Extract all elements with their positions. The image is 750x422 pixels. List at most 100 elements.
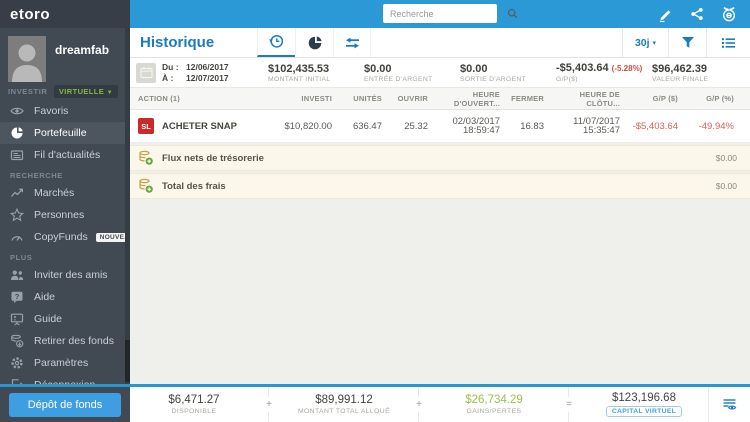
sidebar-item-personnes[interactable]: Personnes bbox=[0, 204, 125, 226]
sidebar-item-deconnexion[interactable]: Déconnexion bbox=[0, 374, 125, 384]
tab-history[interactable] bbox=[257, 28, 295, 57]
sidebar-item-favoris[interactable]: Favoris bbox=[0, 100, 125, 122]
stat-money-in: $0.00 ENTRÉE D'ARGENT bbox=[364, 62, 433, 83]
filter-icon[interactable] bbox=[668, 28, 706, 57]
share-icon[interactable] bbox=[690, 7, 704, 21]
tab-portfolio-pie[interactable] bbox=[295, 28, 333, 57]
people-icon bbox=[10, 268, 24, 282]
eye-icon bbox=[10, 104, 24, 118]
col-open-time: HEURE D'OUVERT... bbox=[453, 89, 500, 108]
sidebar-item-label: Fil d'actualités bbox=[34, 149, 101, 161]
cashflow-row[interactable]: Flux nets de trésorerie $0.00 bbox=[130, 145, 750, 171]
sidebar-item-aide[interactable]: ? Aide bbox=[0, 286, 125, 308]
action-label: ACHETER SNAP bbox=[162, 120, 237, 132]
sidebar-item-label: Personnes bbox=[34, 209, 85, 221]
stat-total: $123,196.68 CAPITAL VIRTUEL bbox=[580, 392, 708, 417]
sidebar-item-label: Guide bbox=[34, 313, 63, 325]
coins-icon bbox=[138, 150, 154, 166]
sidebar-item-inviter[interactable]: Inviter des amis bbox=[0, 264, 125, 286]
gp-percent: (-5.28%) bbox=[611, 64, 643, 73]
fees-row[interactable]: Total des frais $0.00 bbox=[130, 173, 750, 199]
table-row[interactable]: SL ACHETER SNAP $10,820.00 636.47 25.32 … bbox=[130, 110, 750, 143]
stop-loss-badge: SL bbox=[138, 118, 154, 134]
col-investi: INVESTI bbox=[301, 94, 332, 103]
pencil-icon[interactable] bbox=[658, 7, 673, 22]
topbar: etoro bbox=[0, 0, 750, 28]
sidebar-item-label: Marchés bbox=[34, 187, 75, 199]
cell-ouvrir: 25.32 bbox=[404, 120, 428, 132]
section-plus: PLUS bbox=[10, 253, 33, 262]
cashflow-label: Flux nets de trésorerie bbox=[162, 152, 264, 164]
footer-stats: $6,471.27 DISPONIBLE + $89,991.12 MONTAN… bbox=[130, 387, 750, 422]
capital-virtuel-badge: CAPITAL VIRTUEL bbox=[605, 406, 683, 417]
col-gp-usd: G/P ($) bbox=[652, 94, 678, 103]
table-header: ACTION (1) INVESTI UNITÉS OUVRIR HEURE D… bbox=[130, 88, 750, 110]
sidebar-item-retirer[interactable]: Retirer des fonds bbox=[0, 330, 125, 352]
pie-icon bbox=[10, 126, 24, 140]
to-date: 12/07/2017 bbox=[186, 72, 229, 83]
magnifier-icon[interactable] bbox=[507, 8, 518, 19]
fees-label: Total des frais bbox=[162, 180, 226, 192]
svg-text:?: ? bbox=[15, 292, 20, 301]
sidebar-item-fil-actualites[interactable]: Fil d'actualités bbox=[0, 144, 125, 166]
period-dropdown[interactable]: 30j ▾ bbox=[622, 28, 668, 57]
sidebar-item-label: Favoris bbox=[34, 105, 69, 117]
mode-row: INVESTIR VIRTUELLE ▼ bbox=[8, 85, 118, 98]
from-label: Du : bbox=[162, 61, 179, 72]
calendar-icon[interactable] bbox=[136, 62, 156, 83]
header-controls: 30j ▾ bbox=[622, 28, 750, 57]
tab-transactions[interactable] bbox=[333, 28, 371, 57]
etoro-logo-text: etoro bbox=[10, 5, 50, 23]
sidebar-item-label: Paramètres bbox=[34, 357, 89, 369]
board-icon bbox=[10, 312, 24, 326]
cell-fermer: 16.83 bbox=[520, 120, 544, 132]
search-box bbox=[383, 4, 518, 23]
history-clock-icon bbox=[268, 33, 285, 50]
col-ouvrir: OUVRIR bbox=[397, 94, 428, 103]
user-name: dreamfab bbox=[55, 43, 110, 57]
search-input[interactable] bbox=[383, 8, 507, 19]
operator-equals: = bbox=[558, 387, 580, 422]
topbar-actions bbox=[658, 0, 750, 28]
transfer-arrows-icon bbox=[344, 36, 361, 50]
sidebar-item-parametres[interactable]: Paramètres bbox=[0, 352, 125, 374]
etoro-app: etoro dreamfab INVESTIR VIRTUELLE ▼ bbox=[0, 0, 750, 422]
sidebar-item-marches[interactable]: Marchés bbox=[0, 182, 125, 204]
virtual-mode-dropdown[interactable]: VIRTUELLE ▼ bbox=[53, 85, 118, 98]
cell-investi: $10,820.00 bbox=[284, 120, 332, 132]
gear-icon bbox=[10, 356, 24, 370]
star-icon bbox=[10, 208, 24, 222]
withdraw-icon bbox=[10, 334, 24, 348]
stat-gp: -$5,403.64 (-5.28%) G/P($) bbox=[556, 62, 643, 83]
cell-unites: 636.47 bbox=[352, 120, 382, 132]
cell-close-time: 11/07/2017 15:35:47 bbox=[573, 116, 620, 136]
col-gp-pct: G/P (%) bbox=[706, 94, 734, 103]
coins-icon bbox=[138, 178, 154, 194]
operator-plus: + bbox=[258, 387, 280, 422]
stat-available: $6,471.27 DISPONIBLE bbox=[168, 394, 220, 415]
deposit-button[interactable]: Dépôt de fonds bbox=[9, 392, 121, 417]
bull-icon[interactable] bbox=[721, 6, 737, 22]
sidebar-item-copyfunds[interactable]: CopyFunds NOUVEAU bbox=[0, 226, 130, 248]
etoro-logo[interactable]: etoro bbox=[0, 0, 130, 28]
cell-gp-pct: -49.94% bbox=[698, 120, 734, 132]
sidebar-item-portefeuille[interactable]: Portefeuille bbox=[0, 122, 125, 144]
col-close-time: HEURE DE CLÔTU... bbox=[579, 89, 620, 108]
help-icon: ? bbox=[10, 290, 24, 304]
history-tabs bbox=[257, 28, 371, 57]
cashflow-value: $0.00 bbox=[715, 153, 737, 163]
avatar[interactable] bbox=[8, 36, 46, 82]
list-view-icon[interactable] bbox=[706, 28, 750, 57]
cell-gp-usd: -$5,403.64 bbox=[632, 120, 678, 132]
toggle-details-eye-icon[interactable] bbox=[708, 387, 750, 422]
stat-initial: $102,435.53 MONTANT INITIAL bbox=[268, 62, 331, 83]
chevron-down-icon: ▼ bbox=[106, 90, 113, 96]
sidebar: dreamfab INVESTIR VIRTUELLE ▼ Favoris Po… bbox=[0, 28, 130, 384]
history-header: Historique 30j ▾ bbox=[130, 28, 750, 58]
page-title: Historique bbox=[140, 34, 215, 51]
sidebar-item-label: Aide bbox=[34, 291, 56, 303]
summary-bar: Du : 12/06/2017 À : 12/07/2017 $102,435.53… bbox=[130, 58, 750, 88]
sidebar-item-label: CopyFunds bbox=[34, 231, 88, 243]
user-profile[interactable]: dreamfab bbox=[8, 36, 109, 82]
sidebar-item-guide[interactable]: Guide bbox=[0, 308, 125, 330]
